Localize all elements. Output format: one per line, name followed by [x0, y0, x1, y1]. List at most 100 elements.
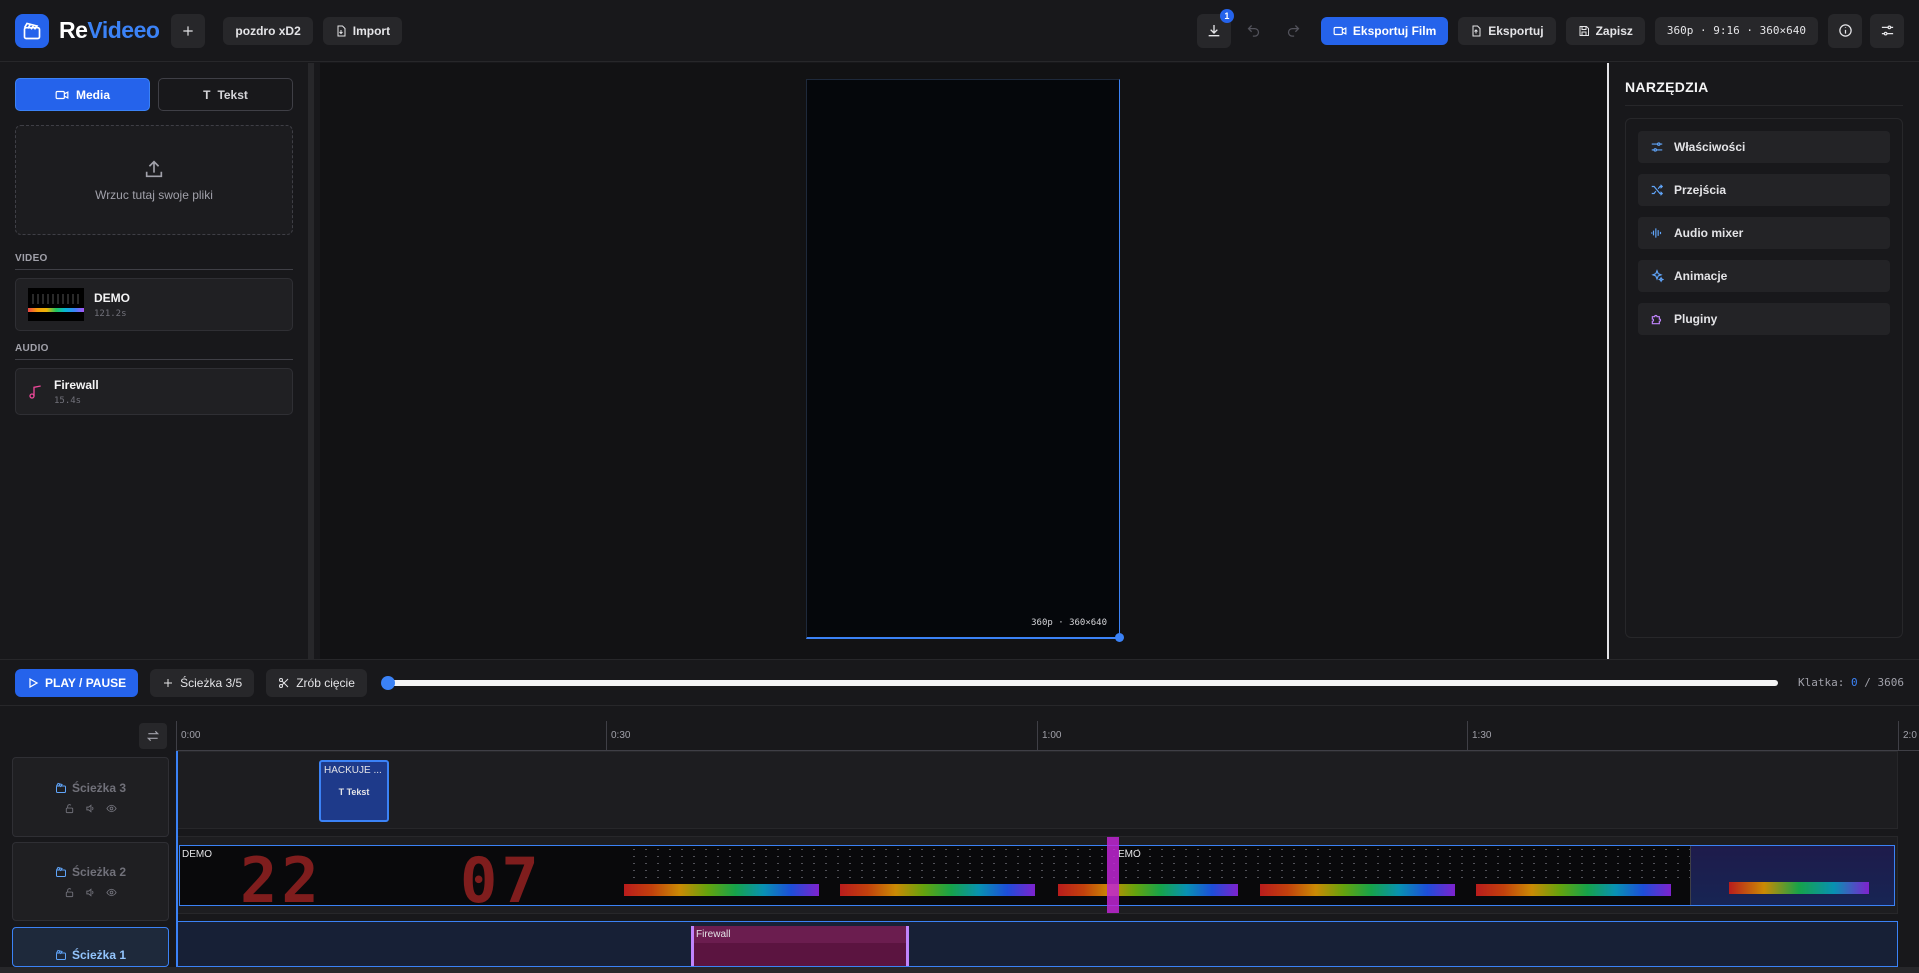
media-item-video[interactable]: DEMO 121.2s: [15, 278, 293, 331]
ruler-tick: 1:00: [1037, 721, 1061, 751]
video-clip[interactable]: 22 07 DEMO EMO: [179, 845, 1895, 906]
eye-icon[interactable]: [106, 803, 117, 814]
export-film-button[interactable]: Eksportuj Film: [1320, 16, 1449, 45]
redo-button[interactable]: [1277, 14, 1311, 48]
frame-counter: Klatka: 0 / 3606: [1798, 676, 1904, 689]
tool-audio-mixer[interactable]: Audio mixer: [1638, 217, 1890, 249]
unlock-icon[interactable]: [64, 887, 75, 898]
video-camera-icon: [55, 90, 69, 99]
download-icon: [1208, 24, 1220, 36]
frame-current: 0: [1851, 676, 1858, 689]
track-lane-2[interactable]: 22 07 DEMO EMO: [176, 836, 1898, 914]
puzzle-icon: [1651, 314, 1662, 325]
playhead[interactable]: [176, 751, 178, 973]
swap-tracks-button[interactable]: [139, 723, 167, 749]
tool-plugins[interactable]: Pluginy: [1638, 303, 1890, 335]
text-t-icon: T: [338, 787, 345, 797]
info-button[interactable]: [1828, 13, 1862, 48]
audio-clip[interactable]: Firewall: [691, 926, 909, 966]
volume-icon[interactable]: [85, 803, 96, 814]
music-note-icon: [29, 384, 41, 399]
tool-animations[interactable]: Animacje: [1638, 260, 1890, 292]
tools-panel: NARZĘDZIA Właściwości Przejścia Audio mi…: [1607, 63, 1919, 659]
text-clip-title: HACKUJE ...: [324, 765, 382, 776]
audio-waveform-icon: [1651, 228, 1662, 238]
media-panel: Media T Tekst Wrzuc tutaj swoje pliki VI…: [0, 63, 314, 659]
clapperboard-icon: [55, 949, 66, 960]
add-project-button[interactable]: [171, 13, 206, 48]
scrubber-thumb[interactable]: [380, 675, 395, 690]
settings-button[interactable]: [1870, 13, 1904, 48]
plus-icon: [164, 678, 173, 687]
swap-arrows-icon: [146, 730, 160, 742]
cut-button[interactable]: Zrób cięcie: [266, 668, 367, 697]
text-clip-label: T Tekst: [338, 787, 370, 797]
plus-icon: [183, 25, 194, 36]
tools-title: NARZĘDZIA: [1625, 79, 1903, 106]
tools-list: Właściwości Przejścia Audio mixer Animac…: [1625, 118, 1903, 638]
text-t-icon: T: [203, 87, 211, 102]
audio-clip-label: Firewall: [694, 926, 906, 943]
track-lane-3[interactable]: HACKUJE ... T Tekst: [176, 751, 1898, 829]
play-pause-button[interactable]: PLAY / PAUSE: [15, 668, 139, 697]
video-section-title: VIDEO: [15, 253, 293, 270]
ruler-tick: 2:0: [1898, 721, 1917, 751]
ruler-tick: 1:30: [1467, 721, 1491, 751]
video-frame-digits: 07: [460, 845, 543, 906]
import-button[interactable]: Import: [322, 16, 403, 45]
text-clip[interactable]: HACKUJE ... T Tekst: [319, 760, 389, 822]
sparkles-icon: [1651, 269, 1664, 283]
eye-icon[interactable]: [106, 887, 117, 898]
clapperboard-icon: [55, 782, 66, 793]
unlock-icon[interactable]: [64, 803, 75, 814]
shuffle-icon: [1651, 184, 1664, 196]
resize-handle[interactable]: [1115, 633, 1124, 642]
save-icon: [1579, 25, 1589, 36]
track-label-3[interactable]: Ścieżka 3: [12, 757, 169, 837]
media-item-name: Firewall: [54, 377, 99, 392]
play-icon: [29, 677, 39, 688]
media-item-duration: 15.4s: [54, 395, 82, 406]
media-item-audio[interactable]: Firewall 15.4s: [15, 368, 293, 415]
volume-icon[interactable]: [85, 887, 96, 898]
frame-total: / 3606: [1864, 676, 1904, 689]
download-badge: 1: [1219, 8, 1234, 23]
tool-properties[interactable]: Właściwości: [1638, 131, 1890, 163]
video-camera-icon: [1333, 26, 1347, 35]
project-name-button[interactable]: pozdro xD2: [223, 16, 313, 45]
time-ruler[interactable]: 0:00 0:30 1:00 1:30 2:0: [176, 721, 1919, 751]
video-frame-strip: [624, 884, 819, 896]
video-clip-label: EMO: [1118, 849, 1141, 860]
video-thumbnail: [28, 288, 84, 321]
track-label-2[interactable]: Ścieżka 2: [12, 842, 169, 921]
video-frame-strip: [1058, 884, 1238, 896]
downloads-button[interactable]: 1: [1196, 8, 1234, 48]
tab-text[interactable]: T Tekst: [158, 78, 293, 111]
scrubber-track: [386, 679, 1779, 686]
file-import-icon: [337, 25, 346, 36]
preview-canvas[interactable]: 360p · 360×640: [806, 79, 1124, 642]
undo-button[interactable]: [1237, 14, 1271, 48]
file-dropzone[interactable]: Wrzuc tutaj swoje pliki: [15, 125, 293, 235]
add-track-button[interactable]: Ścieżka 3/5: [150, 668, 255, 697]
track-lane-1[interactable]: Firewall: [176, 921, 1898, 967]
export-button[interactable]: Eksportuj: [1458, 16, 1556, 45]
timeline-scrollbar[interactable]: [0, 967, 1919, 973]
video-frame-strip: [1476, 884, 1671, 896]
sliders-icon: [1651, 142, 1663, 152]
preview-area: 360p · 360×640: [320, 63, 1607, 659]
upload-icon: [145, 160, 163, 178]
timeline-scrubber[interactable]: [380, 675, 1779, 690]
playback-controls: PLAY / PAUSE Ścieżka 3/5 Zrób cięcie Kla…: [0, 659, 1919, 706]
ruler-tick: 0:30: [606, 721, 630, 751]
track-label-1[interactable]: Ścieżka 1: [12, 927, 169, 967]
tool-transitions[interactable]: Przejścia: [1638, 174, 1890, 206]
video-frame-pattern: [628, 846, 1863, 880]
save-button[interactable]: Zapisz: [1565, 16, 1645, 45]
video-frame-strip: [840, 884, 1035, 896]
tab-media[interactable]: Media: [15, 78, 150, 111]
cut-marker[interactable]: [1107, 837, 1119, 913]
media-item-duration: 121.2s: [94, 308, 127, 319]
scissors-icon: [279, 677, 289, 688]
audio-section-title: AUDIO: [15, 343, 293, 360]
